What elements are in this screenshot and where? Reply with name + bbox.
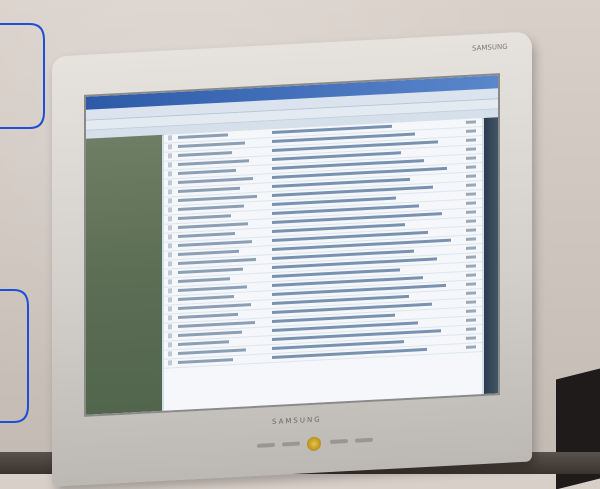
row-date <box>466 273 476 277</box>
row-checkbox[interactable] <box>168 252 172 258</box>
row-checkbox[interactable] <box>168 270 172 276</box>
row-checkbox[interactable] <box>168 162 172 168</box>
row-date <box>466 318 476 322</box>
row-checkbox[interactable] <box>168 189 172 195</box>
row-checkbox[interactable] <box>168 207 172 213</box>
row-checkbox[interactable] <box>168 261 172 267</box>
row-checkbox[interactable] <box>168 306 172 312</box>
row-sender <box>178 303 251 310</box>
row-sender <box>178 177 253 184</box>
row-sender <box>178 277 230 283</box>
row-date <box>466 327 476 331</box>
front-button-right <box>330 439 348 445</box>
row-date <box>466 237 476 241</box>
row-date <box>466 228 476 232</box>
row-sender <box>178 295 234 301</box>
row-sender <box>178 186 240 193</box>
monitor-brand-logo: SAMSUNG <box>472 42 508 53</box>
row-checkbox[interactable] <box>168 216 172 222</box>
row-checkbox[interactable] <box>168 288 172 294</box>
monitor-front-brand: SAMSUNG <box>272 415 322 427</box>
row-sender <box>178 204 244 211</box>
row-sender <box>178 320 255 328</box>
row-date <box>466 246 476 250</box>
row-sender <box>178 222 248 229</box>
row-date <box>466 309 476 313</box>
row-checkbox[interactable] <box>168 198 172 204</box>
row-checkbox[interactable] <box>168 333 172 339</box>
row-sender <box>178 151 232 157</box>
row-sender <box>178 168 236 175</box>
row-checkbox[interactable] <box>168 234 172 240</box>
front-button-left <box>257 442 275 448</box>
row-date <box>466 129 476 133</box>
row-date <box>466 336 476 340</box>
row-sender <box>178 240 252 247</box>
row-date <box>466 345 476 349</box>
row-checkbox[interactable] <box>168 315 172 321</box>
row-checkbox[interactable] <box>168 324 172 330</box>
row-sender <box>178 214 231 220</box>
front-button-right2 <box>355 437 373 443</box>
row-date <box>466 147 476 151</box>
row-checkbox[interactable] <box>168 171 172 177</box>
row-date <box>466 210 476 214</box>
row-date <box>466 219 476 223</box>
row-date <box>466 120 476 124</box>
row-sender <box>178 194 257 202</box>
row-date <box>466 192 476 196</box>
row-checkbox[interactable] <box>168 279 172 285</box>
row-sender <box>178 267 243 274</box>
row-checkbox[interactable] <box>168 360 172 366</box>
annotation-outline-top <box>0 23 45 129</box>
row-date <box>466 255 476 259</box>
row-checkbox[interactable] <box>168 153 172 159</box>
row-date <box>466 156 476 160</box>
monitor-bezel: SAMSUNG SAMSUNG <box>52 31 532 487</box>
row-checkbox[interactable] <box>168 243 172 249</box>
row-date <box>466 165 476 169</box>
row-date <box>466 174 476 178</box>
power-button <box>307 436 321 452</box>
message-list <box>164 118 482 411</box>
row-sender <box>178 330 242 337</box>
row-sender <box>178 358 233 364</box>
row-date <box>466 300 476 304</box>
row-date <box>466 138 476 142</box>
row-date <box>466 291 476 295</box>
row-checkbox[interactable] <box>168 297 172 303</box>
front-button-left2 <box>282 441 300 447</box>
row-sender <box>178 141 245 148</box>
row-checkbox[interactable] <box>168 135 172 141</box>
row-sender <box>178 249 239 256</box>
row-checkbox[interactable] <box>168 351 172 357</box>
scrollbar <box>484 117 498 394</box>
annotation-outline-bottom <box>0 289 29 423</box>
row-checkbox[interactable] <box>168 180 172 186</box>
row-date <box>466 264 476 268</box>
row-sender <box>178 348 246 355</box>
row-sender <box>178 340 229 346</box>
row-sender <box>178 257 256 265</box>
row-sender <box>178 285 247 292</box>
row-sender <box>178 231 235 238</box>
row-date <box>466 282 476 286</box>
folder-pane <box>86 134 162 415</box>
row-sender <box>178 312 238 319</box>
row-sender <box>178 159 249 166</box>
row-checkbox[interactable] <box>168 342 172 348</box>
row-sender <box>178 133 228 139</box>
row-date <box>466 183 476 187</box>
monitor-screen <box>84 73 500 417</box>
row-checkbox[interactable] <box>168 225 172 231</box>
row-date <box>466 201 476 205</box>
row-checkbox[interactable] <box>168 144 172 150</box>
